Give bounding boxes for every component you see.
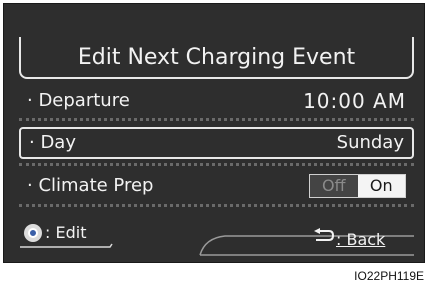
figure-code: IO22PH119E [354,269,424,283]
row-divider [19,118,414,121]
departure-row[interactable]: · Departure 10:00 AM [19,86,414,116]
day-label: · Day [29,132,76,153]
departure-time-value: 10:00 AM [303,89,406,113]
row-divider [19,204,414,207]
departure-label: · Departure [27,90,130,111]
back-hint-label[interactable]: : Back [336,229,385,251]
toggle-off-option[interactable]: Off [310,175,358,197]
day-value: Sunday [336,132,404,153]
climate-prep-row[interactable]: · Climate Prep Off On [19,171,414,201]
toggle-on-option[interactable]: On [357,175,405,197]
row-divider [19,163,414,166]
climate-prep-label: · Climate Prep [27,175,154,196]
back-arrow-icon[interactable] [313,228,335,244]
climate-prep-toggle[interactable]: Off On [309,174,406,198]
screen-title: Edit Next Charging Event [77,45,356,70]
edit-hint-label[interactable]: : Edit [45,222,86,244]
day-row-selected[interactable]: · Day Sunday [19,127,414,159]
controller-knob-icon [24,224,42,242]
